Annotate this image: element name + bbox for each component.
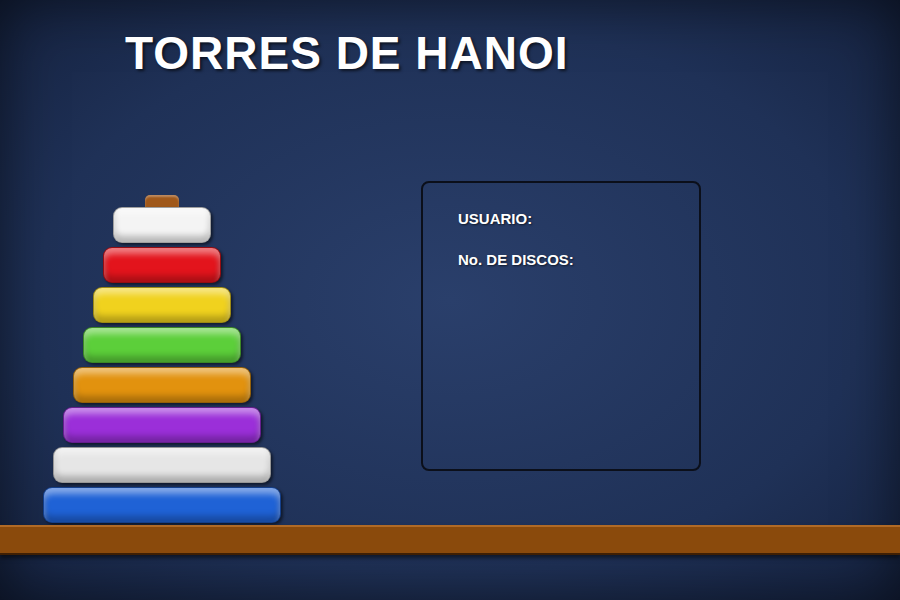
info-label: No. DE DISCOS:: [458, 250, 699, 269]
floor: [0, 555, 900, 600]
play-area: USUARIO: No. DE DISCOS:: [0, 180, 900, 525]
disk[interactable]: [93, 287, 231, 323]
disk[interactable]: [43, 487, 281, 523]
disk[interactable]: [113, 207, 211, 243]
info-panel: USUARIO: No. DE DISCOS:: [421, 181, 701, 471]
disk[interactable]: [63, 407, 261, 443]
disk[interactable]: [53, 447, 271, 483]
shelf: [0, 525, 900, 555]
info-label: USUARIO:: [458, 209, 699, 228]
disk[interactable]: [103, 247, 221, 283]
disk[interactable]: [83, 327, 241, 363]
header: TORRES DE HANOI: [0, 0, 900, 180]
tower[interactable]: [42, 180, 282, 525]
disk[interactable]: [73, 367, 251, 403]
game-screen: TORRES DE HANOI USUARIO: No. DE DISCOS:: [0, 0, 900, 600]
game-title: TORRES DE HANOI: [125, 30, 900, 76]
peg: [145, 195, 179, 207]
